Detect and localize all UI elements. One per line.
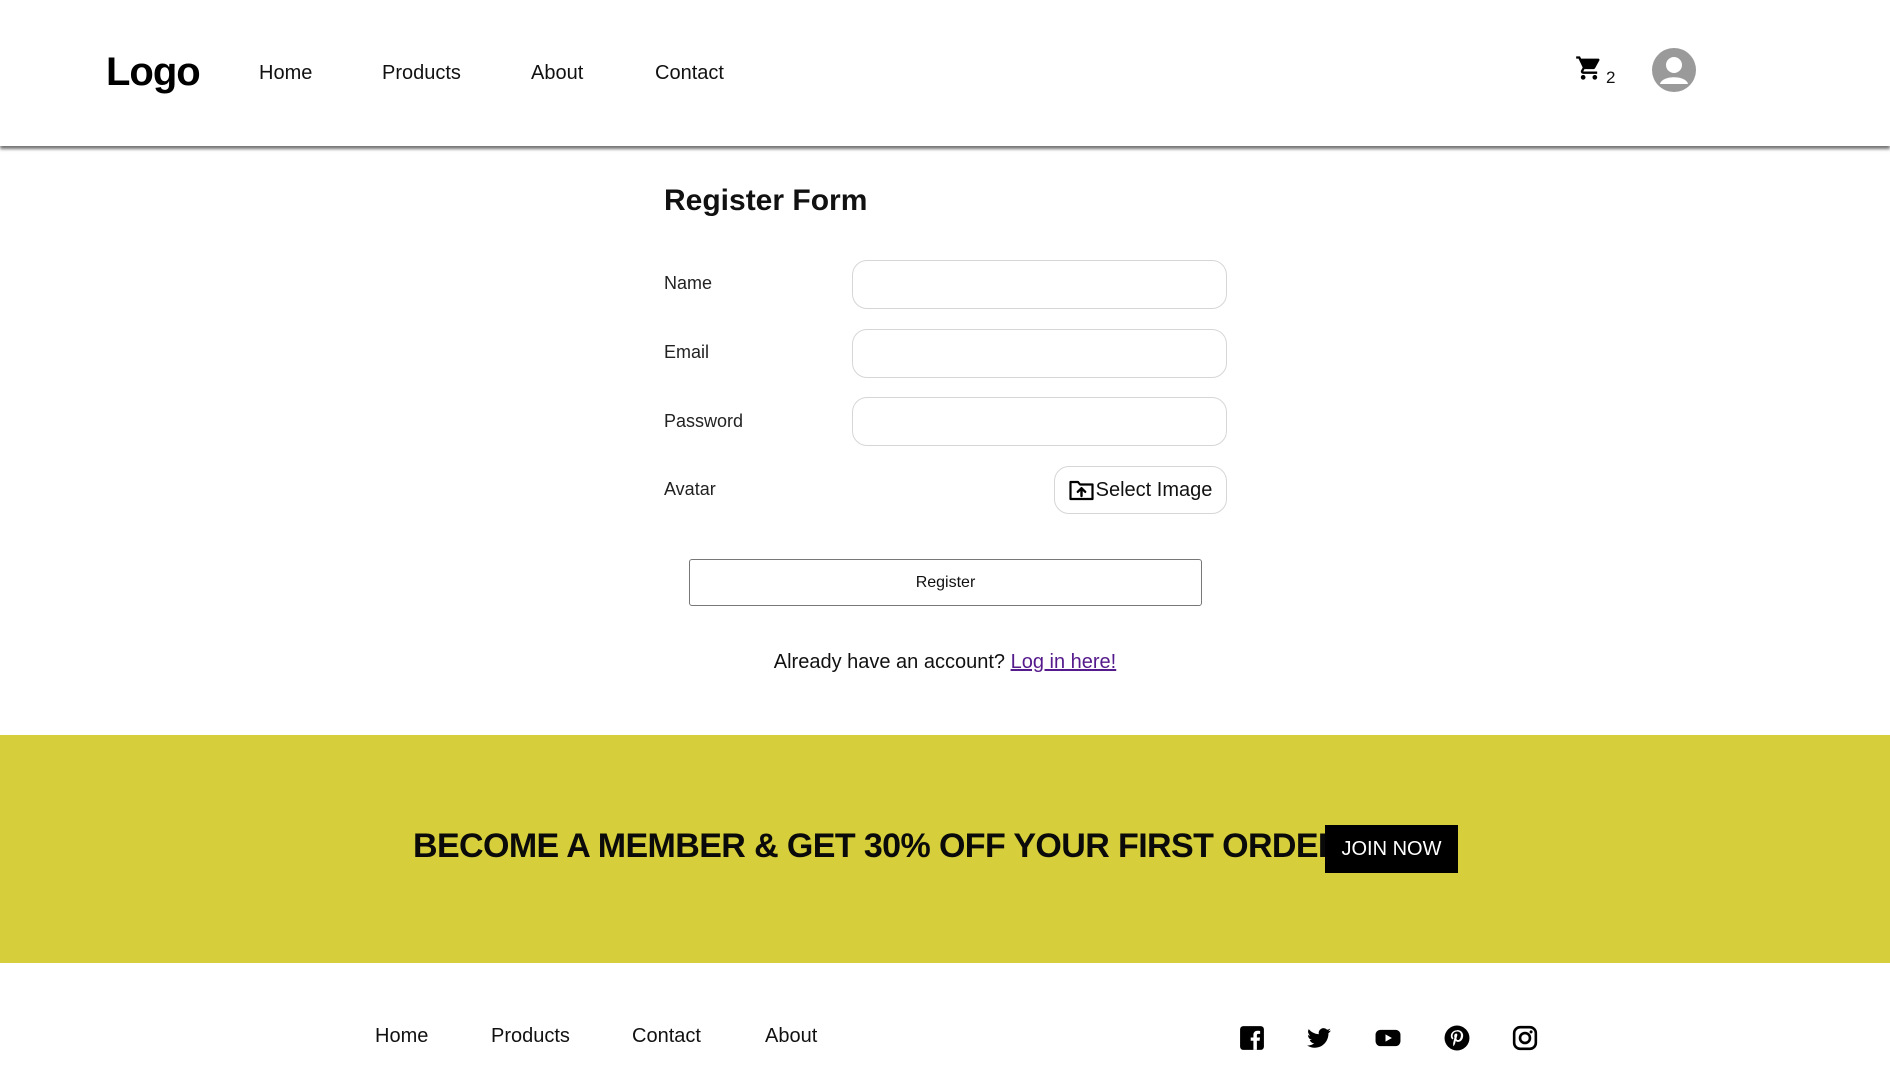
nav-link-home[interactable]: Home xyxy=(259,62,312,85)
join-now-button[interactable]: JOIN NOW xyxy=(1325,825,1458,873)
twitter-icon[interactable] xyxy=(1306,1025,1332,1051)
select-image-label: Select Image xyxy=(1095,478,1213,501)
cart-icon xyxy=(1576,56,1600,80)
email-input[interactable] xyxy=(852,329,1227,378)
nav-link-about[interactable]: About xyxy=(531,62,583,85)
instagram-icon[interactable] xyxy=(1512,1025,1538,1051)
footer-link-products[interactable]: Products xyxy=(491,1025,570,1048)
folder-upload-icon xyxy=(1069,480,1094,501)
register-button[interactable]: Register xyxy=(689,559,1202,606)
password-label: Password xyxy=(664,411,744,431)
promo-banner: BECOME A MEMBER & GET 30% OFF YOUR FIRST… xyxy=(0,735,1890,963)
footer-link-home[interactable]: Home xyxy=(375,1025,428,1048)
avatar-label: Avatar xyxy=(664,479,716,499)
name-label: Name xyxy=(664,273,713,293)
login-prompt-text: Already have an account? xyxy=(773,651,1006,673)
email-label: Email xyxy=(664,342,710,362)
site-header: Logo Home Products About Contact 2 xyxy=(0,0,1890,146)
password-input[interactable] xyxy=(852,397,1227,446)
youtube-icon[interactable] xyxy=(1375,1025,1401,1051)
user-icon xyxy=(1660,57,1688,84)
nav-link-products[interactable]: Products xyxy=(382,62,461,85)
footer-link-contact[interactable]: Contact xyxy=(632,1025,701,1048)
login-link[interactable]: Log in here! xyxy=(1011,651,1117,673)
footer-link-about[interactable]: About xyxy=(765,1025,817,1048)
form-title: Register Form xyxy=(664,184,868,217)
logo[interactable]: Logo xyxy=(106,50,201,95)
pinterest-icon[interactable] xyxy=(1444,1025,1470,1051)
facebook-icon[interactable] xyxy=(1239,1025,1265,1051)
nav-link-contact[interactable]: Contact xyxy=(655,62,724,85)
login-prompt: Already have an account? Log in here! xyxy=(0,651,1890,674)
promo-text: BECOME A MEMBER & GET 30% OFF YOUR FIRST… xyxy=(413,827,1342,865)
cart-count-badge: 2 xyxy=(1606,68,1616,87)
select-image-button[interactable]: Select Image xyxy=(1054,466,1227,514)
cart-button[interactable]: 2 xyxy=(1575,54,1615,88)
user-avatar[interactable] xyxy=(1652,48,1696,92)
name-input[interactable] xyxy=(852,260,1227,309)
